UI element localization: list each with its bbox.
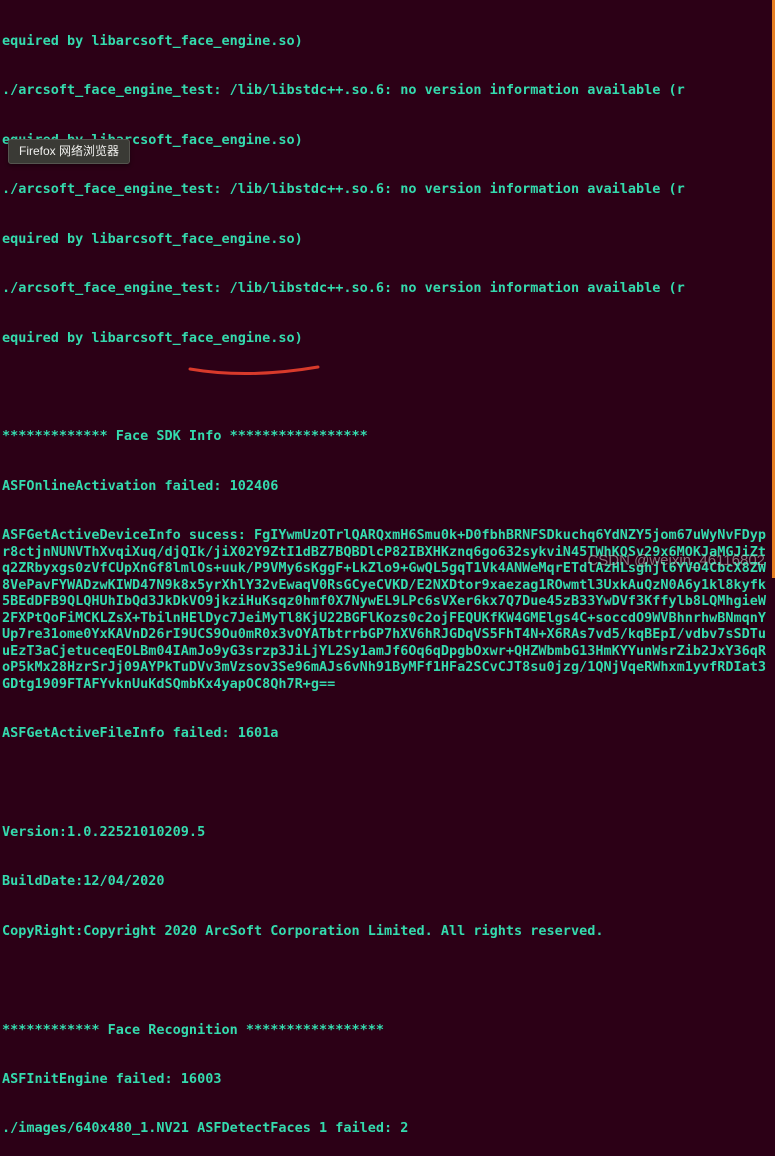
output-line: ************ Face Recognition **********… [2, 1022, 773, 1039]
terminal-output: equired by libarcsoft_face_engine.so) ./… [0, 0, 775, 1156]
firefox-tooltip: Firefox 网络浏览器 [8, 139, 130, 164]
output-line: equired by libarcsoft_face_engine.so) [2, 33, 773, 50]
output-line [2, 972, 773, 989]
csdn-watermark: CSDN @weixin_46116802 [587, 552, 765, 570]
output-line: equired by libarcsoft_face_engine.so) [2, 231, 773, 248]
output-line: CopyRight:Copyright 2020 ArcSoft Corpora… [2, 923, 773, 940]
output-line [2, 774, 773, 791]
output-line: ASFOnlineActivation failed: 102406 [2, 478, 773, 495]
output-line: ASFInitEngine failed: 16003 [2, 1071, 773, 1088]
output-line: ./arcsoft_face_engine_test: /lib/libstdc… [2, 181, 773, 198]
output-line: ./arcsoft_face_engine_test: /lib/libstdc… [2, 280, 773, 297]
output-line: ************* Face SDK Info ************… [2, 428, 773, 445]
output-line: ./arcsoft_face_engine_test: /lib/libstdc… [2, 82, 773, 99]
tooltip-text: Firefox 网络浏览器 [19, 144, 119, 158]
output-line: ASFGetActiveFileInfo failed: 1601a [2, 725, 773, 742]
output-line [2, 379, 773, 396]
output-line: BuildDate:12/04/2020 [2, 873, 773, 890]
output-line: equired by libarcsoft_face_engine.so) [2, 330, 773, 347]
output-line: Version:1.0.22521010209.5 [2, 824, 773, 841]
output-line: ./images/640x480_1.NV21 ASFDetectFaces 1… [2, 1120, 773, 1137]
